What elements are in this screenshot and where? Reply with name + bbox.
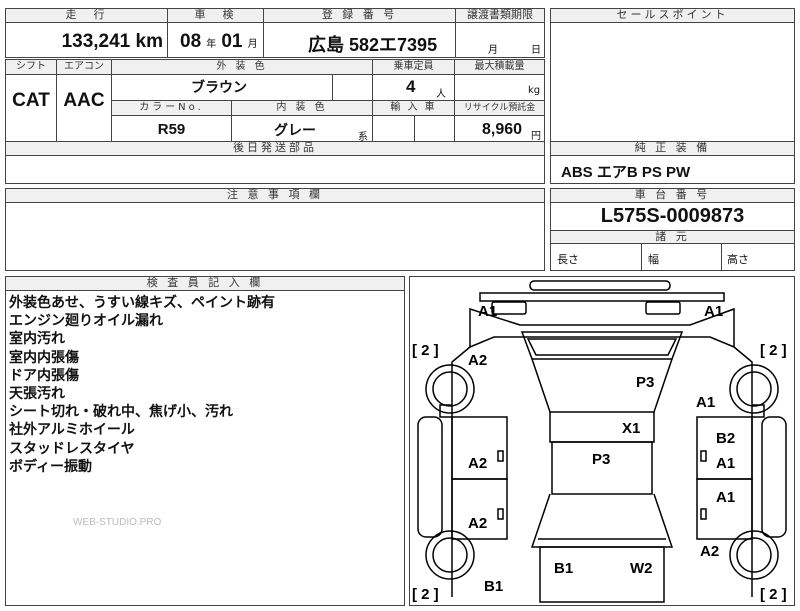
tire-mark: [ 2 ] [760,342,787,359]
inspector-cell: 検 査 員 記 入 欄 外装色あせ、うすい線キズ、ペイント跡有 エンジン廻りオイ… [5,276,405,606]
mileage-unit: km [135,31,163,52]
note-item: 室内汚れ [9,331,65,348]
transfer-month-unit: 月 [488,45,498,56]
interior-color-label: 内 装 色 [232,101,372,115]
registration-label: 登 録 番 号 [264,9,455,23]
transfer-day-unit: 日 [531,45,541,56]
damage-mark: A1 [716,455,735,472]
damage-mark: X1 [622,420,640,437]
max-load-unit: kg [528,85,541,96]
inspection-year: 08 [180,31,202,52]
tire-mark: [ 2 ] [412,342,439,359]
note-item: エンジン廻りオイル漏れ [9,313,163,330]
inspection-year-unit: 年 [206,39,217,50]
selling-points-cell: セールスポイント [550,8,795,142]
chassis-label: 車 台 番 号 [551,189,794,203]
inspection-month: 01 [221,31,243,52]
watermark: WEB-STUDIO.PRO [73,517,162,528]
damage-mark: A1 [716,489,735,506]
transfer-cell: 譲渡書類期限 月 日 [455,8,545,58]
capacity-label: 乗車定員 [373,60,454,74]
note-item: ドア内張傷 [9,367,79,384]
interior-color-value: グレー [274,123,316,139]
damage-mark: P3 [636,374,654,391]
damage-mark: P3 [592,451,610,468]
ac-value: AAC [63,90,105,111]
length-label: 長さ [557,253,579,266]
registration-cell: 登 録 番 号 広島 582エ7395 [263,8,456,58]
damage-mark: W2 [630,560,653,577]
damage-mark: A2 [468,515,487,532]
note-item: 社外アルミホイール [9,422,135,439]
inspection-cell: 車 検 08 年 01 月 [167,8,264,58]
damage-mark: A2 [700,543,719,560]
tire-mark: [ 2 ] [760,586,787,603]
damage-mark: B1 [484,578,503,595]
damage-mark: A1 [704,303,723,320]
damage-mark: B1 [554,560,573,577]
note-item: シート切れ・破れ中、焦げ小、汚れ [9,404,233,421]
inspector-label: 検 査 員 記 入 欄 [6,277,404,291]
parts-cell: 後日発送部品 [5,141,545,184]
inspection-label: 車 検 [168,9,263,23]
tire-mark: [ 2 ] [412,586,439,603]
mileage-value: 133,241 [61,31,131,52]
parts-label: 後日発送部品 [6,142,544,156]
import-label: 輸 入 車 [373,101,454,115]
caution-label: 注 意 事 項 欄 [6,189,544,203]
color-no-value: R59 [157,121,186,138]
note-item: 外装色あせ、うすい線キズ、ペイント跡有 [9,295,275,311]
damage-mark: A2 [468,352,487,369]
spec-block: シフト エアコン 外 装 色 乗車定員 最大積載量 CAT AAC ブラウン 4… [5,59,545,143]
registration-value: 広島 582エ7395 [308,35,438,55]
max-load-label: 最大積載量 [455,60,544,74]
dimensions-label: 諸 元 [551,231,794,244]
equipment-label: 純 正 装 備 [551,142,794,156]
height-label: 高さ [727,253,749,266]
note-item: ボディー振動 [9,458,93,475]
color-no-label: カラーNo. [112,101,231,115]
note-item: 室内内張傷 [9,349,79,366]
exterior-color-label: 外 装 色 [112,60,372,74]
shift-label: シフト [6,60,56,74]
capacity-value: 4 [406,77,416,96]
equipment-value: ABS エアB PS PW [561,164,691,181]
chassis-value: L575S-0009873 [600,205,745,227]
capacity-unit: 人 [436,89,446,100]
recycle-value: 8,960 [482,121,523,138]
inspector-notes: 外装色あせ、うすい線キズ、ペイント跡有 エンジン廻りオイル漏れ 室内汚れ 室内内… [9,294,275,476]
damage-mark: A1 [478,303,497,320]
note-item: スタッドレスタイヤ [9,440,135,457]
exterior-color-value: ブラウン [191,80,247,96]
damage-mark: A2 [468,455,487,472]
mileage-cell: 走 行 133,241 km [5,8,168,58]
width-label: 幅 [648,253,659,266]
inspection-month-unit: 月 [247,39,258,50]
chassis-cell: 車 台 番 号 L575S-0009873 諸 元 長さ 幅 高さ [550,188,795,271]
car-outline-diagram: [ 2 ] [ 2 ] [ 2 ] [ 2 ] A1 A1 A2 P3 A1 X… [412,280,787,603]
mileage-label: 走 行 [6,9,167,23]
transfer-label: 譲渡書類期限 [456,9,544,23]
recycle-unit: 円 [531,131,541,142]
damage-mark: B2 [716,430,735,447]
note-item: 天張汚れ [9,386,65,403]
car-diagram: [ 2 ] [ 2 ] [ 2 ] [ 2 ] A1 A1 A2 P3 A1 X… [409,276,795,606]
equipment-cell: 純 正 装 備 ABS エアB PS PW [550,141,795,184]
selling-points-label: セールスポイント [551,9,794,23]
shift-value: CAT [12,90,50,111]
damage-mark: A1 [696,394,715,411]
recycle-label: リサイクル預託金 [455,101,544,115]
ac-label: エアコン [57,60,111,74]
caution-cell: 注 意 事 項 欄 [5,188,545,271]
